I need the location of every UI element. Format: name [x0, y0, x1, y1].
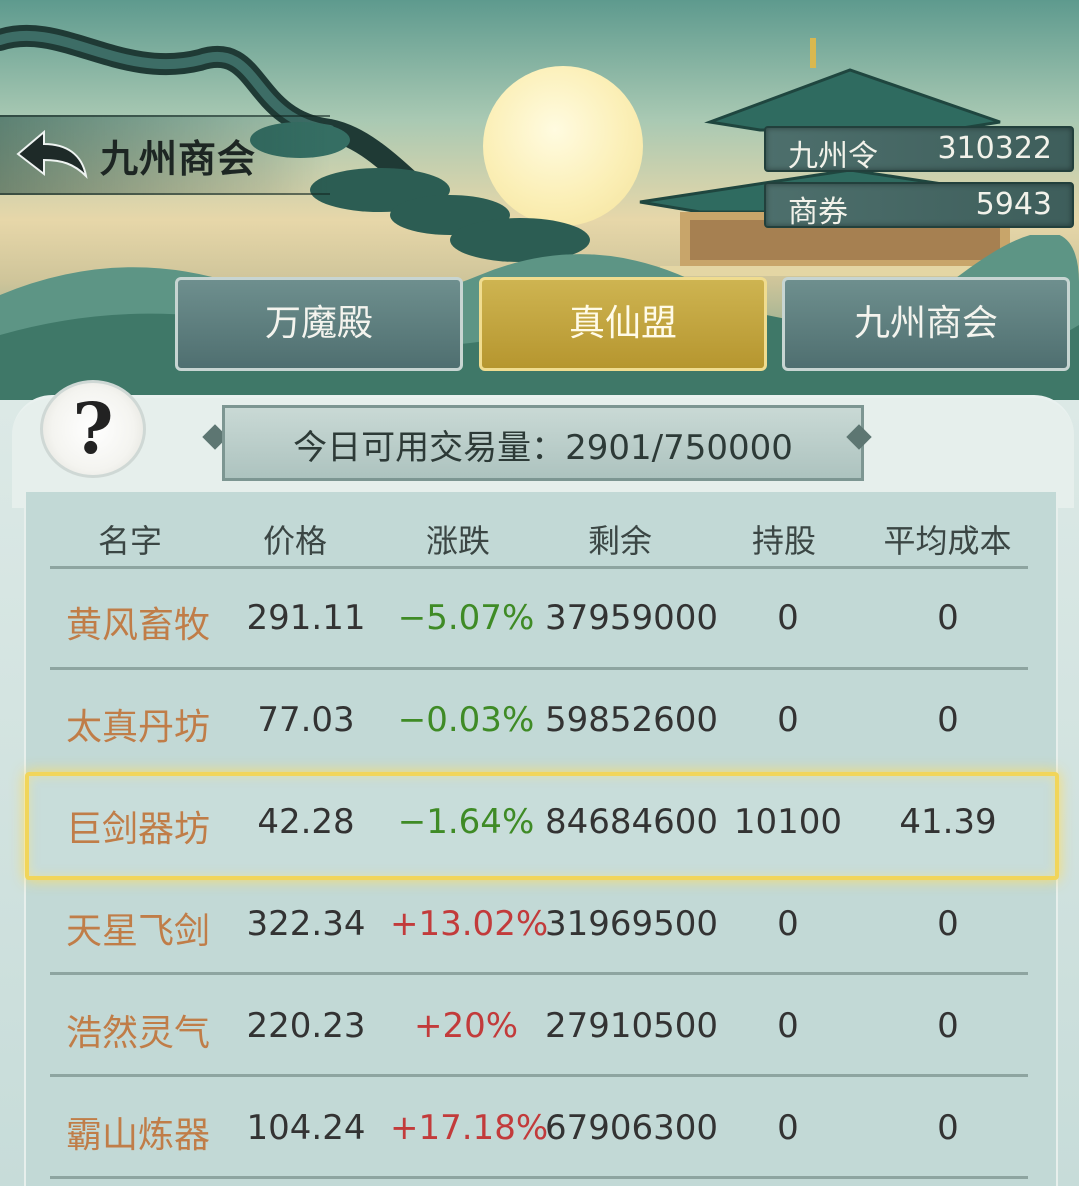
- stock-change: −0.03%: [397, 700, 535, 740]
- resource-value: 5943: [975, 187, 1052, 222]
- stock-price: 322.34: [246, 904, 366, 944]
- stock-avg-cost: 0: [937, 598, 959, 638]
- stock-avg-cost: 0: [937, 1006, 959, 1046]
- stock-change: +20%: [413, 1006, 519, 1046]
- stock-held: 10100: [733, 802, 843, 842]
- tab-jiuzhoushanghui[interactable]: 九州商会: [782, 277, 1070, 371]
- stock-held: 0: [777, 904, 799, 944]
- header-change: 涨跌: [425, 522, 490, 560]
- stock-change: +17.18%: [390, 1108, 549, 1148]
- stock-price: 220.23: [246, 1006, 366, 1046]
- stock-price: 77.03: [257, 700, 355, 740]
- stock-remaining: 84684600: [545, 802, 719, 842]
- stock-price: 104.24: [246, 1108, 366, 1148]
- stock-name: 天星飞剑: [65, 911, 210, 952]
- daily-volume-bar: 今日可用交易量：2901/750000: [222, 405, 864, 481]
- page-title: 九州商会: [100, 137, 257, 181]
- divider: [50, 1176, 1028, 1179]
- resource-value: 310322: [937, 131, 1052, 166]
- tab-wanmodian[interactable]: 万魔殿: [175, 277, 463, 371]
- stock-name: 黄风畜牧: [65, 605, 210, 646]
- header-price: 价格: [262, 522, 327, 560]
- stock-price: 42.28: [257, 802, 355, 842]
- stock-avg-cost: 0: [937, 1108, 959, 1148]
- stock-remaining: 67906300: [545, 1108, 719, 1148]
- header-held: 持股: [751, 522, 816, 560]
- stock-name: 霸山炼器: [65, 1115, 210, 1156]
- stock-held: 0: [777, 1108, 799, 1148]
- back-arrow-icon[interactable]: [10, 128, 90, 182]
- stock-avg-cost: 0: [937, 904, 959, 944]
- header-avg-cost: 平均成本: [883, 522, 1012, 560]
- stock-change: −1.64%: [397, 802, 535, 842]
- resource-label: 九州令: [788, 139, 878, 174]
- stock-remaining: 37959000: [545, 598, 719, 638]
- header-name: 名字: [97, 522, 162, 560]
- stock-avg-cost: 41.39: [899, 802, 997, 842]
- stock-held: 0: [777, 700, 799, 740]
- stock-name: 巨剑器坊: [65, 809, 210, 850]
- resource-shangquan: 商券 5943: [764, 182, 1074, 230]
- stock-name: 浩然灵气: [65, 1013, 210, 1054]
- stock-remaining: 31969500: [545, 904, 719, 944]
- daily-volume-text: 今日可用交易量：2901/750000: [293, 428, 793, 468]
- stock-change: −5.07%: [397, 598, 535, 638]
- stock-avg-cost: 0: [937, 700, 959, 740]
- stock-price: 291.11: [246, 598, 366, 638]
- tab-zhenxianmeng[interactable]: 真仙盟: [479, 277, 767, 371]
- stock-change: +13.02%: [390, 904, 549, 944]
- help-question-icon[interactable]: ?: [40, 380, 146, 478]
- stock-name: 太真丹坊: [65, 707, 210, 748]
- stock-remaining: 59852600: [545, 700, 719, 740]
- stock-held: 0: [777, 1006, 799, 1046]
- stock-remaining: 27910500: [545, 1006, 719, 1046]
- stock-held: 0: [777, 598, 799, 638]
- header-remaining: 剩余: [587, 522, 652, 560]
- resource-label: 商券: [788, 195, 848, 230]
- resource-jiuzhouling: 九州令 310322: [764, 126, 1074, 174]
